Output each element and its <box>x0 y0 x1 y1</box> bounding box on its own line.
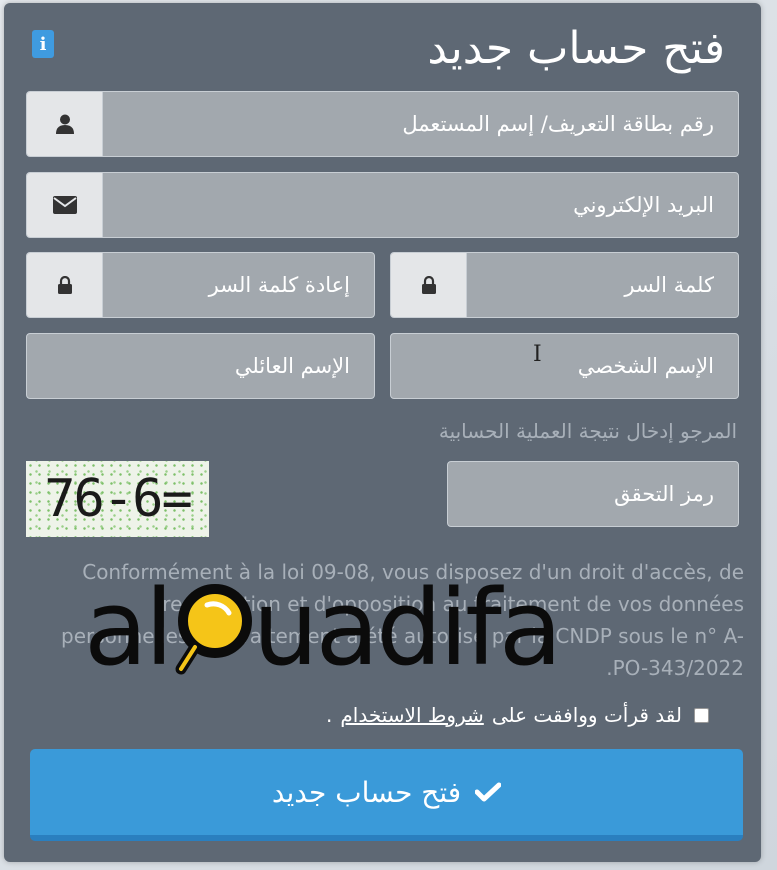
check-icon <box>475 782 502 802</box>
terms-suffix: . <box>326 703 333 727</box>
first-name-placeholder: الإسم الشخصي <box>577 354 714 378</box>
captcha-field[interactable]: رمز التحقق <box>447 461 739 527</box>
watermark-text-pre: al <box>84 567 174 689</box>
captcha-hint: المرجو إدخال نتيجة العملية الحسابية <box>438 419 737 443</box>
captcha-image: 76-6= <box>26 461 209 537</box>
last-name-field[interactable]: الإسم العائلي <box>26 333 375 399</box>
lock-icon <box>391 253 467 317</box>
terms-agreement: لقد قرأت ووافقت على شروط الاستخدام. <box>326 703 709 727</box>
username-placeholder: رقم بطاقة التعريف/ إسم المستعمل <box>402 112 714 136</box>
terms-link[interactable]: شروط الاستخدام <box>340 703 483 727</box>
terms-checkbox[interactable] <box>694 707 709 723</box>
magnifier-icon <box>167 573 257 683</box>
captcha-placeholder: رمز التحقق <box>614 482 714 506</box>
password-confirm-placeholder: إعادة كلمة السر <box>208 273 350 297</box>
create-account-label: فتح حساب جديد <box>271 775 462 809</box>
register-card: i فتح حساب جديد رقم بطاقة التعريف/ إسم ا… <box>4 3 761 862</box>
lock-icon <box>27 253 103 317</box>
page-title: فتح حساب جديد <box>427 23 725 74</box>
last-name-placeholder: الإسم العائلي <box>234 354 350 378</box>
first-name-field[interactable]: الإسم الشخصي <box>390 333 739 399</box>
password-field[interactable]: كلمة السر <box>390 252 739 318</box>
email-placeholder: البريد الإلكتروني <box>573 193 714 217</box>
envelope-icon <box>27 173 103 237</box>
password-placeholder: كلمة السر <box>624 273 714 297</box>
user-icon <box>27 92 103 156</box>
text-cursor-icon: I <box>533 342 542 367</box>
create-account-button[interactable]: فتح حساب جديد <box>30 749 743 841</box>
captcha-image-text: 76-6= <box>44 469 193 529</box>
watermark-logo: al uadifa <box>84 568 624 688</box>
username-field[interactable]: رقم بطاقة التعريف/ إسم المستعمل <box>26 91 739 157</box>
password-confirm-field[interactable]: إعادة كلمة السر <box>26 252 375 318</box>
watermark-text-post: uadifa <box>252 567 563 689</box>
email-field[interactable]: البريد الإلكتروني <box>26 172 739 238</box>
terms-prefix: لقد قرأت ووافقت على <box>491 703 682 727</box>
info-icon[interactable]: i <box>32 30 54 58</box>
